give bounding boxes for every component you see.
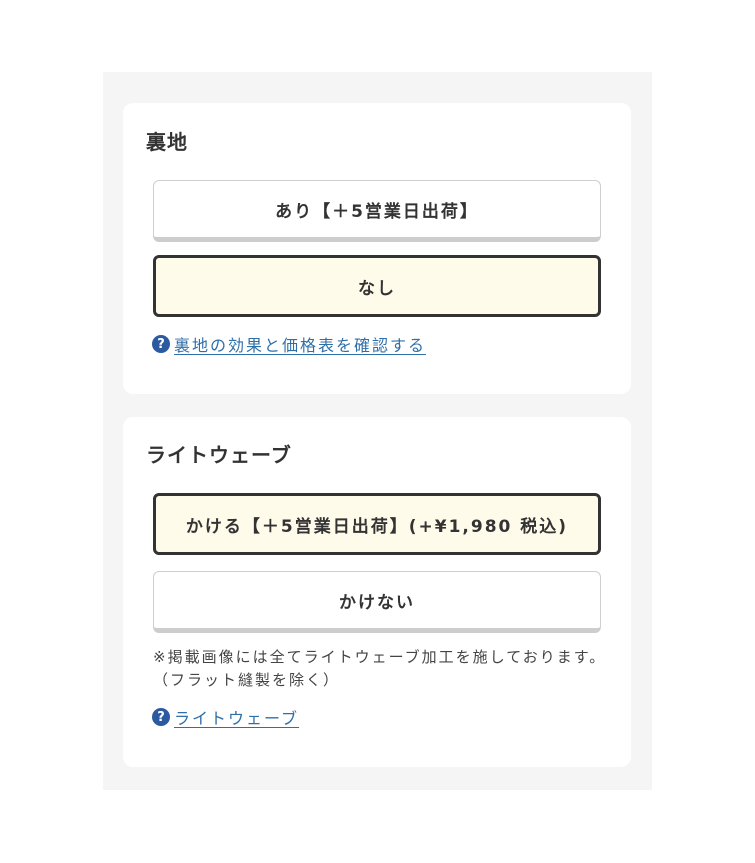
lining-option-without[interactable]: なし: [153, 255, 601, 317]
lining-option-with[interactable]: あり【＋5営業日出荷】: [153, 180, 601, 242]
light-wave-option-apply[interactable]: かける【＋5営業日出荷】(+¥1,980 税込): [153, 493, 601, 555]
lining-help-link-text[interactable]: 裏地の効果と価格表を確認する: [174, 332, 426, 356]
lining-title: 裏地: [146, 130, 188, 154]
lining-help-link[interactable]: ? 裏地の効果と価格表を確認する: [152, 332, 426, 356]
options-panel: 裏地 あり【＋5営業日出荷】 なし ? 裏地の効果と価格表を確認する ライトウェ…: [103, 72, 652, 790]
question-circle-icon: ?: [152, 708, 170, 726]
lining-section: 裏地 あり【＋5営業日出荷】 なし ? 裏地の効果と価格表を確認する: [123, 103, 631, 394]
light-wave-help-link-text[interactable]: ライトウェーブ: [174, 705, 299, 729]
light-wave-help-link[interactable]: ? ライトウェーブ: [152, 705, 299, 729]
question-circle-icon: ?: [152, 335, 170, 353]
light-wave-section: ライトウェーブ かける【＋5営業日出荷】(+¥1,980 税込) かけない ※掲…: [123, 417, 631, 767]
light-wave-option-none[interactable]: かけない: [153, 571, 601, 633]
light-wave-title: ライトウェーブ: [146, 443, 292, 467]
light-wave-note: ※掲載画像には全てライトウェーブ加工を施しております。（フラット縫製を除く）: [153, 648, 607, 689]
